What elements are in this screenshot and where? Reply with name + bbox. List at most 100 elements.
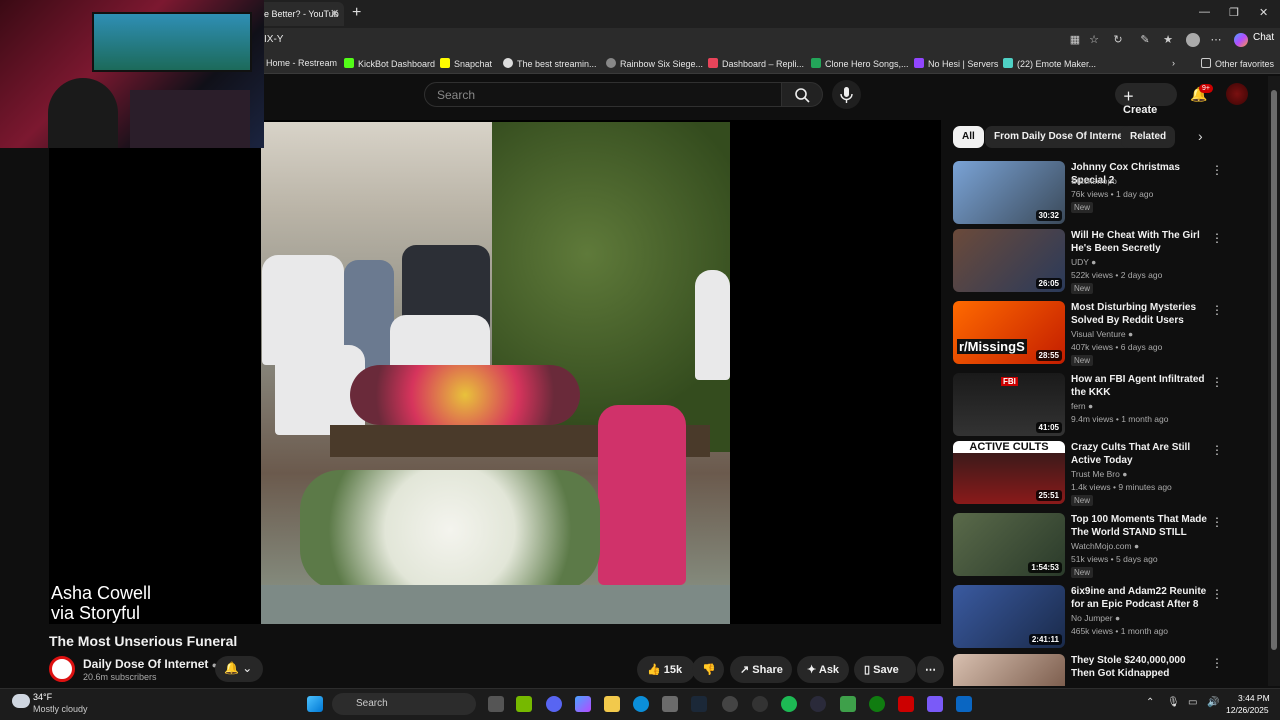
other-favorites[interactable]: Other favorites xyxy=(1201,58,1274,69)
rec-title[interactable]: Top 100 Moments That Made The World STAN… xyxy=(1071,513,1211,539)
close-window-icon[interactable]: ✕ xyxy=(1259,6,1268,19)
more-menu-icon[interactable]: ⋯ xyxy=(1209,33,1223,47)
recommendation[interactable]: They Stole $240,000,000 Then Got Kidnapp… xyxy=(953,654,1228,686)
file-explorer-icon[interactable] xyxy=(604,696,620,712)
scrollbar-thumb[interactable] xyxy=(1271,90,1277,650)
dislike-button[interactable]: 👎 xyxy=(692,656,724,683)
recommendation[interactable]: 26:05 Will He Cheat With The Girl He's B… xyxy=(953,229,1228,295)
create-button[interactable]: ＋ Create xyxy=(1115,83,1177,116)
rec-title[interactable]: Most Disturbing Mysteries Solved By Redd… xyxy=(1071,301,1211,327)
clock-date[interactable]: 12/26/2025 xyxy=(1226,705,1269,715)
search-button[interactable] xyxy=(781,82,823,107)
recommendation[interactable]: 2:41:11 6ix9ine and Adam22 Reunite for a… xyxy=(953,585,1228,651)
thumbnail[interactable]: 2:41:11 xyxy=(953,585,1065,648)
recommendation[interactable]: ACTIVE CULTS 25:51 Crazy Cults That Are … xyxy=(953,441,1228,507)
refresh-icon[interactable]: ↻ xyxy=(1111,33,1125,47)
thumbnail[interactable]: 26:05 xyxy=(953,229,1065,292)
recommendation[interactable]: 1:54:53 Top 100 Moments That Made The Wo… xyxy=(953,513,1228,579)
bookmark-item[interactable]: Home - Restream xyxy=(266,58,337,68)
extensions-icon[interactable]: ✎ xyxy=(1138,33,1152,47)
thumbnail[interactable]: r/MissingS 28:55 xyxy=(953,301,1065,364)
chip-all[interactable]: All xyxy=(953,126,984,148)
bookmark-item[interactable]: Clone Hero Songs,... xyxy=(811,58,909,69)
bookmark-item[interactable]: Snapchat xyxy=(440,58,492,69)
bookmark-item[interactable]: Rainbow Six Siege... xyxy=(606,58,703,69)
copilot-icon[interactable] xyxy=(575,696,591,712)
favorite-star-icon[interactable]: ☆ xyxy=(1087,33,1101,47)
more-actions-button[interactable]: ⋯ xyxy=(917,656,944,683)
like-button[interactable]: 👍 15k xyxy=(637,656,695,683)
more-vert-icon[interactable]: ⋮ xyxy=(1211,443,1223,457)
network-icon[interactable]: ▭ xyxy=(1188,697,1197,708)
thumbnail[interactable]: 30:32 xyxy=(953,161,1065,224)
chevron-up-icon[interactable]: ⌃ xyxy=(1146,697,1154,708)
more-vert-icon[interactable]: ⋮ xyxy=(1211,303,1223,317)
chip-channel[interactable]: From Daily Dose Of Internet xyxy=(985,126,1136,148)
rec-channel[interactable]: Trust Me Bro ● xyxy=(1071,469,1127,479)
thumbnail[interactable]: 1:54:53 xyxy=(953,513,1065,576)
chevron-right-icon[interactable]: › xyxy=(1198,128,1203,144)
channel-avatar[interactable] xyxy=(49,656,75,682)
recommendation[interactable]: FBI 41:05 How an FBI Agent Infiltrated t… xyxy=(953,373,1228,439)
rec-channel[interactable]: WatchMojo.com ● xyxy=(1071,541,1139,551)
rec-title[interactable]: How an FBI Agent Infiltrated the KKK xyxy=(1071,373,1211,399)
voice-search-button[interactable] xyxy=(832,80,861,109)
rec-channel[interactable]: No Jumper ● xyxy=(1071,613,1120,623)
search-input[interactable]: Search xyxy=(424,82,782,107)
app-available-icon[interactable]: ▦ xyxy=(1068,33,1082,47)
more-vert-icon[interactable]: ⋮ xyxy=(1211,375,1223,389)
bookmark-item[interactable]: No Hesi | Servers xyxy=(914,58,998,69)
chip-related[interactable]: Related xyxy=(1121,126,1176,148)
new-tab-icon[interactable]: + xyxy=(352,4,361,22)
rec-channel[interactable]: UDY ● xyxy=(1071,257,1096,267)
more-vert-icon[interactable]: ⋮ xyxy=(1211,231,1223,245)
more-vert-icon[interactable]: ⋮ xyxy=(1211,163,1223,177)
start-icon[interactable] xyxy=(307,696,323,712)
account-avatar[interactable] xyxy=(1226,83,1248,105)
profile-icon[interactable] xyxy=(1186,33,1200,47)
rec-title[interactable]: They Stole $240,000,000 Then Got Kidnapp… xyxy=(1071,654,1211,680)
rec-title[interactable]: Crazy Cults That Are Still Active Today xyxy=(1071,441,1211,467)
bookmark-item[interactable]: The best streamin... xyxy=(503,58,597,69)
weather-condition[interactable]: Mostly cloudy xyxy=(33,704,88,714)
obs-icon[interactable] xyxy=(752,696,768,712)
task-view-icon[interactable] xyxy=(488,696,504,712)
recommendation[interactable]: 30:32 Johnny Cox Christmas Special 2 Sta… xyxy=(953,161,1228,227)
app-icon[interactable] xyxy=(927,696,943,712)
b-icon[interactable] xyxy=(840,696,856,712)
steam-icon[interactable] xyxy=(691,696,707,712)
xbox-icon[interactable] xyxy=(869,696,885,712)
close-tab-icon[interactable]: ✕ xyxy=(330,7,339,20)
save-button[interactable]: ▯ Save xyxy=(854,656,916,683)
restore-icon[interactable]: ❐ xyxy=(1229,6,1239,19)
rec-channel[interactable]: Visual Venture ● xyxy=(1071,329,1133,339)
spotify-icon[interactable] xyxy=(781,696,797,712)
4k-icon[interactable] xyxy=(810,696,826,712)
rec-title[interactable]: Will He Cheat With The Girl He's Been Se… xyxy=(1071,229,1211,255)
discord-icon[interactable] xyxy=(546,696,562,712)
minimize-icon[interactable]: — xyxy=(1199,6,1210,18)
share-button[interactable]: ↗ Share xyxy=(730,656,792,683)
more-vert-icon[interactable]: ⋮ xyxy=(1211,656,1223,670)
mic-tray-icon[interactable]: 🎙 xyxy=(1167,697,1180,708)
app-icon[interactable] xyxy=(722,696,738,712)
rec-channel[interactable]: Stackswopo xyxy=(1071,176,1117,186)
thumbnail[interactable] xyxy=(953,654,1065,686)
volume-icon[interactable]: 🔊 xyxy=(1207,697,1219,708)
game-icon[interactable] xyxy=(898,696,914,712)
url-field[interactable]: IX-Y xyxy=(264,34,283,45)
bookmarks-overflow-icon[interactable]: › xyxy=(1172,58,1175,68)
cloud-icon[interactable] xyxy=(12,694,30,708)
recommendation[interactable]: r/MissingS 28:55 Most Disturbing Mysteri… xyxy=(953,301,1228,367)
rec-title[interactable]: 6ix9ine and Adam22 Reunite for an Epic P… xyxy=(1071,585,1211,611)
subscribed-button[interactable]: 🔔 ⌄ xyxy=(215,656,263,682)
taskbar-search[interactable]: Search xyxy=(332,693,476,715)
thumbnail[interactable]: ACTIVE CULTS 25:51 xyxy=(953,441,1065,504)
chat-button[interactable]: Chat xyxy=(1253,32,1274,43)
bookmark-item[interactable]: KickBot Dashboard xyxy=(344,58,435,69)
clock-time[interactable]: 3:44 PM xyxy=(1238,693,1270,703)
favorites-icon[interactable]: ★ xyxy=(1161,33,1175,47)
more-vert-icon[interactable]: ⋮ xyxy=(1211,515,1223,529)
bookmark-item[interactable]: (22) Emote Maker... xyxy=(1003,58,1096,69)
weather-temp[interactable]: 34°F xyxy=(33,692,52,702)
